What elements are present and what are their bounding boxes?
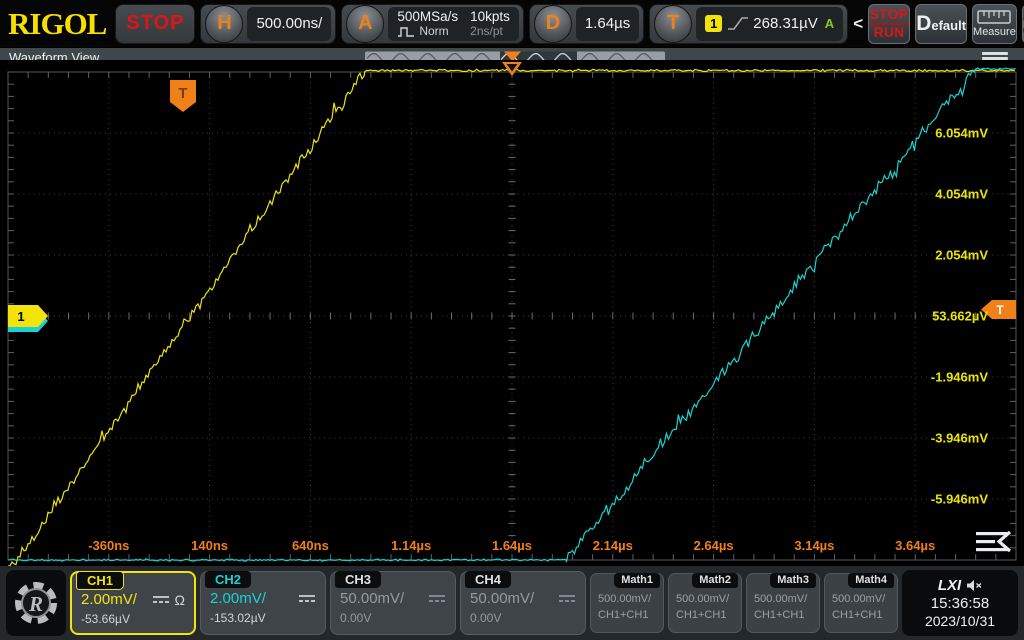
oscilloscope-screen: RIGOL STOP H 500.00ns/ A 500MSa/s Norm 1… [0,0,1024,640]
dc-coupling-icon [298,593,316,604]
trigger-sweep-mode: A [825,16,834,31]
rigol-gear-button[interactable]: R [6,570,66,636]
dc-coupling-icon [152,594,170,605]
waveform-display-area[interactable]: T T 1 6.054mV 4.054mV 2.054mV 53.662µV -1.946m… [0,60,1024,566]
horizontal-control[interactable]: H 500.00ns/ [200,4,336,44]
channel-card-ch3[interactable]: CH3 50.00mV/ 0.00V [330,571,456,635]
x-axis-label: 3.64µs [895,538,935,553]
x-axis-label: 2.64µs [694,538,734,553]
math-card-math4[interactable]: Math4 500.00mV/ CH1+CH1 [824,573,898,633]
ch2-offset: -153.02µV [201,611,325,625]
ch4-offset: 0.00V [461,611,585,625]
dc-coupling-icon [428,593,446,604]
math2-scale: 500.00mV/ [669,593,741,605]
top-toolbar: RIGOL STOP H 500.00ns/ A 500MSa/s Norm 1… [0,0,1024,47]
ch1-offset: -53.66µV [72,612,194,626]
ch2-tab[interactable]: CH2 [205,571,251,588]
y-axis-label: -5.946mV [931,492,988,507]
system-time: 15:36:58 [931,595,989,612]
x-axis-label: 640ns [292,538,329,553]
pulse-icon [397,26,415,37]
svg-text:R: R [28,592,43,616]
acquire-mode: Norm [419,24,448,39]
sample-rate: 500MSa/s [397,9,458,24]
x-axis-label: 1.14µs [391,538,431,553]
ch1-tab[interactable]: CH1 [76,571,124,590]
ch1-trace [8,69,1015,566]
acquisition-status-panel: STOP [115,4,195,44]
math3-expression: CH1+CH1 [747,609,819,621]
delay-control[interactable]: D 1.64µs [529,4,644,44]
lxi-label: LXI [938,577,961,594]
ch4-tab[interactable]: CH4 [465,571,511,588]
trigger-flag-letter: T [178,85,187,102]
run-label: RUN [874,26,905,40]
results-collapse-icon[interactable] [976,532,1010,551]
ch1-scale: 2.00mV/ [81,591,137,608]
y-axis-label: 2.054mV [935,248,988,263]
speaker-muted-icon [966,579,982,592]
math3-scale: 500.00mV/ [747,593,819,605]
memory-depth: 10kpts [470,9,510,24]
math2-tab[interactable]: Math2 [692,573,738,588]
math-card-math1[interactable]: Math1 500.00mV/ CH1+CH1 [590,573,664,633]
ch3-scale: 50.00mV/ [340,590,404,607]
trigger-level-value: 268.31µV [753,15,818,32]
run-state-label: STOP [126,12,184,35]
channel-card-ch1[interactable]: CH1 2.00mV/ Ω -53.66µV [70,571,196,635]
channel-card-ch2[interactable]: CH2 2.00mV/ -153.02µV [200,571,326,635]
horizontal-knob[interactable]: H [205,5,243,43]
channel-card-ch4[interactable]: CH4 50.00mV/ 0.00V [460,571,586,635]
dc-coupling-icon [558,593,576,604]
system-status-block[interactable]: LXI 15:36:58 2023/10/31 [902,570,1018,636]
impedance-icon: Ω [175,592,185,608]
x-axis-label: 1.64µs [492,538,532,553]
ch1-marker-number: 1 [17,309,24,324]
trigger-level-letter: T [996,303,1004,317]
trigger-source-badge: 1 [705,15,722,32]
stop-run-button[interactable]: STOP RUN [868,4,910,44]
math3-tab[interactable]: Math3 [770,573,816,588]
stop-label: STOP [870,8,909,22]
rising-edge-icon [727,16,749,31]
ch4-scale: 50.00mV/ [470,590,534,607]
y-axis-label: 4.054mV [935,187,988,202]
trigger-knob[interactable]: T [654,5,692,43]
math-card-math3[interactable]: Math3 500.00mV/ CH1+CH1 [746,573,820,633]
math4-tab[interactable]: Math4 [848,573,894,588]
system-date: 2023/10/31 [925,613,995,629]
math4-expression: CH1+CH1 [825,609,897,621]
math2-expression: CH1+CH1 [669,609,741,621]
acquisition-control[interactable]: A 500MSa/s Norm 10kpts 2ns/pt [341,4,524,44]
rigol-logo: RIGOL [4,6,110,42]
math1-scale: 500.00mV/ [591,593,663,605]
trigger-control[interactable]: T 1 268.31µV A [649,4,848,44]
ch3-tab[interactable]: CH3 [335,571,381,588]
channel-status-bar: R CH1 2.00mV/ Ω -53.66µV CH2 2.00mV/ [0,566,1024,640]
ch3-offset: 0.00V [331,611,455,625]
x-axis-label: 2.14µs [593,538,633,553]
acquire-knob[interactable]: A [346,5,384,43]
x-axis-label: -360ns [88,538,129,553]
math-card-math2[interactable]: Math2 500.00mV/ CH1+CH1 [668,573,742,633]
delay-knob[interactable]: D [534,5,572,43]
gear-r-icon: R [12,579,60,627]
default-button[interactable]: Default [915,4,967,44]
math1-expression: CH1+CH1 [591,609,663,621]
sample-resolution: 2ns/pt [470,24,510,39]
x-axis-label: 3.14µs [794,538,834,553]
math4-scale: 500.00mV/ [825,593,897,605]
measure-button[interactable]: Measure [972,4,1017,44]
y-axis-label: -1.946mV [931,370,988,385]
y-axis-label: -3.946mV [931,431,988,446]
y-axis-label: 6.054mV [935,126,988,141]
math1-tab[interactable]: Math1 [614,573,660,588]
y-axis-label: 53.662µV [932,309,988,324]
ruler-icon [977,9,1011,25]
toolbar-scroll-left-icon[interactable]: < [853,14,863,34]
ch2-scale: 2.00mV/ [210,590,266,607]
delay-value: 1.64µs [585,15,630,32]
x-axis-label: 140ns [191,538,228,553]
timebase-value: 500.00ns/ [256,15,322,32]
